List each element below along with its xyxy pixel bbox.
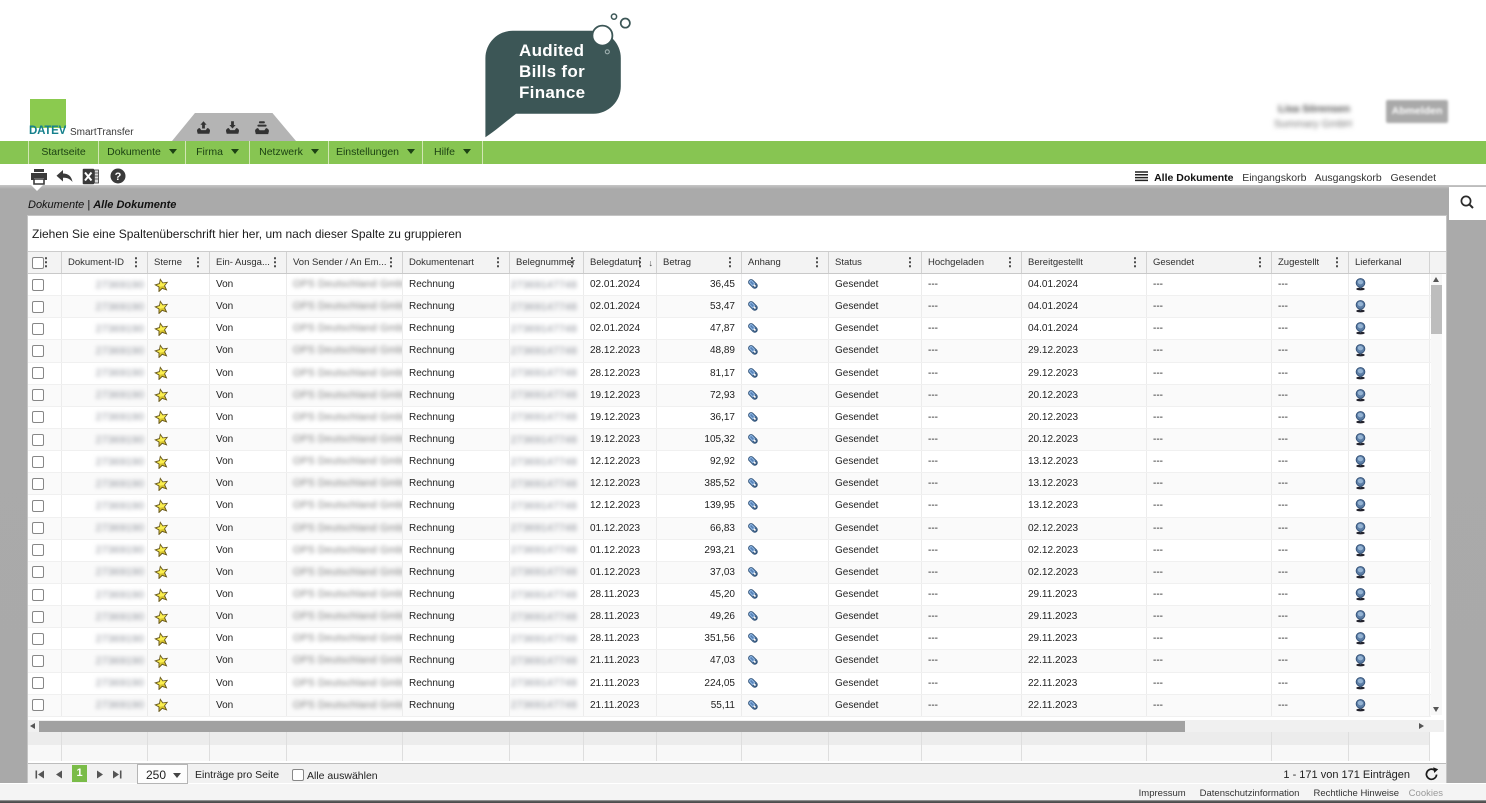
svg-text:?: ? [115, 171, 122, 183]
